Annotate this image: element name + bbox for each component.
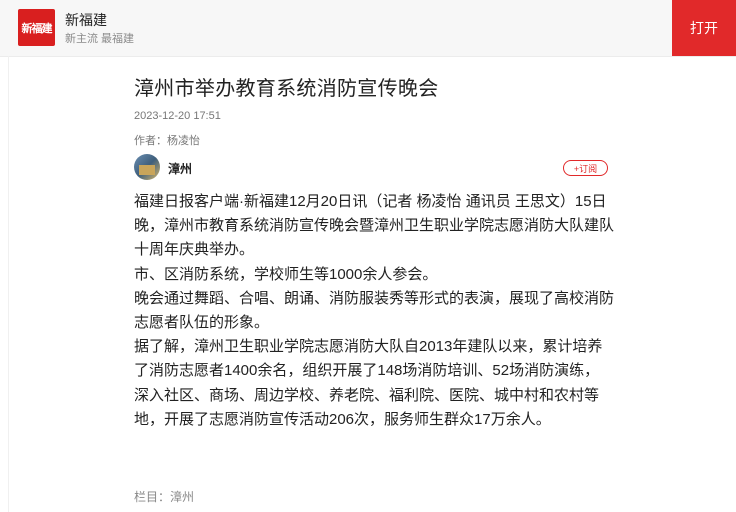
article-paragraph: 市、区消防系统，学校师生等1000余人参会。 (134, 265, 438, 283)
article-date: 2023-12-20 17:51 (134, 110, 221, 122)
article-paragraph: 福建日报客户端·新福建12月20日讯（记者 杨凌怡 通讯员 王思文）15日晚，漳… (134, 193, 615, 259)
column-link[interactable]: 漳州 (170, 490, 194, 504)
app-slogan: 新主流 最福建 (65, 33, 135, 45)
article-paragraph: 据了解，漳州卫生职业学院志愿消防大队自2013年建队以来，累计培养了消防志愿者1… (134, 338, 603, 428)
source-row: 漳州 +订阅 (134, 154, 608, 184)
article-title: 漳州市举办教育系统消防宣传晚会 (134, 78, 439, 100)
source-avatar[interactable] (134, 154, 160, 180)
column-label: 栏目： (134, 490, 171, 504)
app-logo[interactable]: 新福建 (18, 9, 55, 46)
avatar-building-icon (139, 165, 155, 175)
app-name: 新福建 (65, 12, 107, 28)
article-author: 作者：杨凌怡 (134, 135, 200, 147)
article-paragraph: 晚会通过舞蹈、合唱、朗诵、消防服装秀等形式的表演，展现了高校消防志愿者队伍的形象… (134, 289, 615, 332)
article-body: 福建日报客户端·新福建12月20日讯（记者 杨凌怡 通讯员 王思文）15日晚，漳… (134, 190, 614, 432)
subscribe-button[interactable]: +订阅 (563, 160, 608, 176)
source-name[interactable]: 漳州 (168, 160, 192, 177)
article-column: 栏目：漳州 (134, 488, 194, 505)
open-app-button[interactable]: 打开 (672, 0, 736, 56)
page-divider (8, 56, 9, 512)
app-banner: 新福建 新福建 新主流 最福建 打开 (0, 0, 736, 57)
